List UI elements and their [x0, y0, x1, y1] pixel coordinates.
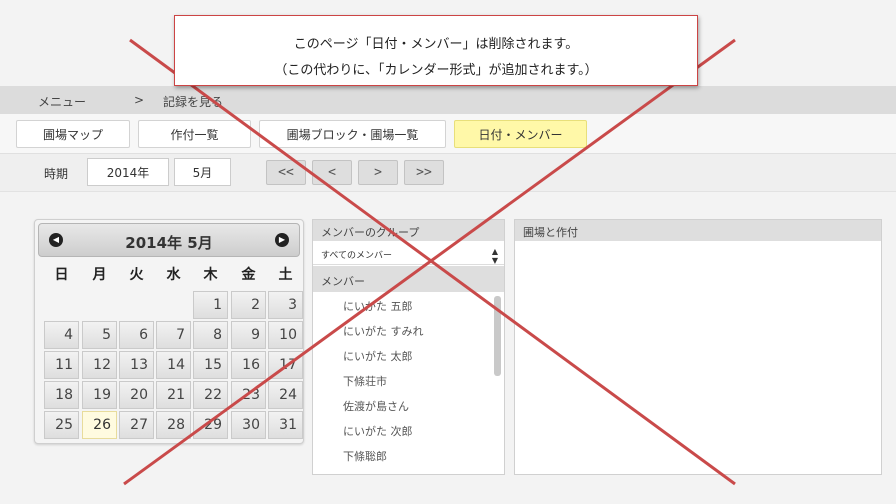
calendar-weekday: 日: [54, 267, 69, 283]
calendar-day[interactable]: 19: [82, 381, 117, 409]
scrollbar-thumb[interactable]: [494, 296, 501, 376]
calendar-day[interactable]: 3: [268, 291, 303, 319]
tab-bar: 圃場マップ 作付一覧 圃場ブロック・圃場一覧 日付・メンバー: [0, 114, 896, 154]
notice-line-1: このページ「日付・メンバー」は削除されます。: [293, 37, 579, 52]
tab-field-block-list[interactable]: 圃場ブロック・圃場一覧: [259, 120, 446, 148]
calendar-day[interactable]: 16: [231, 351, 266, 379]
prev-month-button[interactable]: <: [312, 160, 352, 185]
member-list-item[interactable]: 佐渡が島さん: [343, 398, 409, 414]
calendar-day[interactable]: 9: [231, 321, 266, 349]
calendar-day[interactable]: 31: [268, 411, 303, 439]
calendar-day[interactable]: 11: [44, 351, 79, 379]
breadcrumb-separator: >: [134, 93, 145, 107]
tab-date-member[interactable]: 日付・メンバー: [454, 120, 587, 148]
calendar-day[interactable]: 12: [82, 351, 117, 379]
member-list-scrollbar[interactable]: [494, 296, 501, 466]
calendar-day[interactable]: 20: [119, 381, 154, 409]
member-list-item[interactable]: 下條荘市: [343, 373, 387, 389]
calendar-day[interactable]: 14: [156, 351, 191, 379]
tab-field-map[interactable]: 圃場マップ: [16, 120, 130, 148]
calendar-day[interactable]: 21: [156, 381, 191, 409]
member-list-item[interactable]: にいがた すみれ: [343, 323, 424, 339]
calendar-weekday: 土: [278, 267, 293, 283]
member-list-item[interactable]: にいがた 次郎: [343, 423, 413, 439]
calendar-day[interactable]: 25: [44, 411, 79, 439]
calendar-header: ◀ 2014年 5月 ▶: [38, 223, 300, 257]
next-month-button[interactable]: >: [358, 160, 398, 185]
calendar-day[interactable]: 29: [193, 411, 228, 439]
calendar-widget: ◀ 2014年 5月 ▶ 日月火水木金土 1 2 3 4 5 6 7 8 9 10 11 12 13 14…: [34, 219, 304, 444]
year-field[interactable]: 2014年: [87, 158, 169, 186]
field-crop-header: 圃場と作付: [515, 220, 881, 241]
breadcrumb-current: 記録を見る: [163, 95, 224, 109]
field-crop-panel: 圃場と作付: [514, 219, 882, 475]
member-group-select[interactable]: すべてのメンバー ▲ ▼: [313, 242, 504, 265]
calendar-day[interactable]: 4: [44, 321, 79, 349]
calendar-weekday: 月: [92, 267, 107, 283]
calendar-weekday: 水: [166, 267, 181, 283]
calendar-day[interactable]: 23: [231, 381, 266, 409]
calendar-day[interactable]: 2: [231, 291, 266, 319]
calendar-day[interactable]: 28: [156, 411, 191, 439]
breadcrumb: メニュー > 記録を見る: [0, 86, 896, 114]
calendar-weekday: 火: [129, 267, 144, 283]
select-arrows-icon: ▲ ▼: [491, 247, 498, 265]
calendar-day[interactable]: 10: [268, 321, 303, 349]
calendar-day[interactable]: 7: [156, 321, 191, 349]
month-field[interactable]: 5月: [174, 158, 231, 186]
prev-year-button[interactable]: <<: [266, 160, 306, 185]
member-group-selected: すべてのメンバー: [321, 251, 393, 261]
calendar-next-icon[interactable]: ▶: [275, 233, 289, 247]
period-bar: 時期 2014年 5月 << < > >>: [0, 154, 896, 192]
calendar-day[interactable]: 27: [119, 411, 154, 439]
member-group-header: メンバーのグループ: [313, 220, 504, 241]
calendar-day[interactable]: 18: [44, 381, 79, 409]
calendar-day[interactable]: 22: [193, 381, 228, 409]
calendar-day[interactable]: 24: [268, 381, 303, 409]
calendar-day[interactable]: 30: [231, 411, 266, 439]
calendar-day[interactable]: 6: [119, 321, 154, 349]
notice-line-2: （この代わりに、「カレンダー形式」が追加されます。）: [274, 63, 598, 78]
member-list-item[interactable]: にいがた 太郎: [343, 348, 413, 364]
member-list-item[interactable]: にいがた 五郎: [343, 298, 413, 314]
member-panel: メンバーのグループ すべてのメンバー ▲ ▼ メンバー にいがた 五郎 にいがた す…: [312, 219, 505, 475]
members-header: メンバー: [313, 266, 504, 292]
next-year-button[interactable]: >>: [404, 160, 444, 185]
tab-crop-list[interactable]: 作付一覧: [138, 120, 251, 148]
calendar-day[interactable]: 15: [193, 351, 228, 379]
calendar-day[interactable]: 8: [193, 321, 228, 349]
calendar-weekday: 金: [241, 267, 256, 283]
breadcrumb-menu-link[interactable]: メニュー: [38, 93, 86, 110]
period-label: 時期: [44, 167, 69, 181]
calendar-day[interactable]: 1: [193, 291, 228, 319]
calendar-day-today[interactable]: 26: [82, 411, 117, 439]
calendar-weekday: 木: [203, 267, 218, 283]
calendar-day[interactable]: 17: [268, 351, 303, 379]
member-list-item[interactable]: 下條聡郎: [343, 448, 387, 464]
deprecation-notice: このページ「日付・メンバー」は削除されます。 （この代わりに、「カレンダー形式」…: [174, 15, 698, 86]
calendar-title: 2014年 5月: [125, 234, 213, 252]
calendar-day[interactable]: 5: [82, 321, 117, 349]
calendar-day[interactable]: 13: [119, 351, 154, 379]
